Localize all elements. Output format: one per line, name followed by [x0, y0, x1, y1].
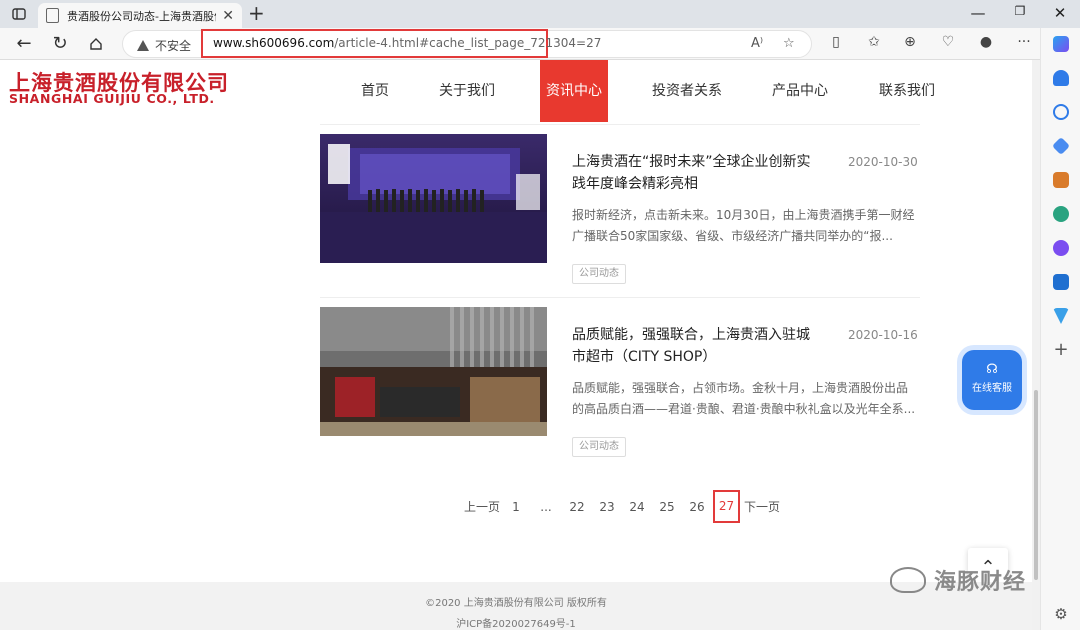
tools-icon[interactable]	[1053, 172, 1069, 188]
page-link[interactable]: 23	[596, 494, 618, 520]
nav-home[interactable]: 首页	[340, 60, 410, 122]
page-ellipsis: ...	[540, 500, 552, 514]
read-aloud-icon[interactable]: A⁾	[751, 36, 763, 51]
online-service-button[interactable]: ☊ 在线客服	[962, 350, 1022, 410]
icp-text[interactable]: 沪ICP备2020027649号-1	[0, 615, 1032, 630]
nav-news[interactable]: 资讯中心	[540, 60, 608, 122]
article-item[interactable]: 上海贵酒在“报时未来”全球企业创新实践年度峰会精彩亮相 2020-10-30 报…	[320, 125, 920, 297]
article-date: 2020-10-30	[848, 155, 918, 169]
article-item[interactable]: 品质赋能，强强联合，上海贵酒入驻城市超市（CITY SHOP） 2020-10-…	[320, 298, 920, 470]
nav-investors[interactable]: 投资者关系	[645, 60, 729, 122]
more-menu-icon[interactable]: ···	[1014, 34, 1034, 50]
page-link[interactable]: 1	[506, 494, 526, 520]
page-link[interactable]: 22	[566, 494, 588, 520]
url-path: /article-4.html#cache_list_page_721304=2…	[334, 36, 602, 50]
warning-icon	[137, 40, 149, 51]
reload-icon[interactable]: ↻	[48, 33, 72, 55]
current-page[interactable]: 27	[713, 490, 740, 523]
edge-sidebar: + ⚙	[1040, 28, 1080, 630]
close-tab-icon[interactable]: ✕	[222, 8, 234, 24]
favorites-icon[interactable]: ✩	[864, 34, 884, 50]
article-tag[interactable]: 公司动态	[572, 264, 626, 284]
restore-icon[interactable]: ❐	[1010, 4, 1030, 18]
nav-products[interactable]: 产品中心	[765, 60, 835, 122]
outlook-icon[interactable]	[1053, 274, 1069, 290]
home-icon[interactable]	[84, 33, 108, 55]
split-screen-icon[interactable]: ▯	[826, 34, 846, 50]
minimize-icon[interactable]: —	[968, 4, 988, 22]
url-text[interactable]: www.sh600696.com/article-4.html#cache_li…	[213, 36, 601, 50]
notification-bell-icon[interactable]	[1053, 70, 1069, 86]
article-date: 2020-10-16	[848, 328, 918, 342]
scrollbar-thumb[interactable]	[1034, 390, 1038, 580]
nav-about[interactable]: 关于我们	[430, 60, 504, 122]
article-thumbnail[interactable]	[320, 134, 547, 263]
page-link[interactable]: 25	[656, 494, 678, 520]
security-indicator[interactable]: 不安全	[137, 37, 191, 54]
next-page-link[interactable]: 下一页	[744, 494, 780, 520]
copyright-text: ©2020 上海贵酒股份有限公司 版权所有	[425, 598, 607, 609]
online-service-label: 在线客服	[972, 383, 1012, 394]
search-icon[interactable]	[1053, 104, 1069, 120]
profile-icon[interactable]: ●	[976, 34, 996, 50]
send-icon[interactable]	[1053, 308, 1069, 324]
shopping-tag-icon[interactable]	[1051, 136, 1071, 156]
article-summary: 报时新经济，点击新未来。10月30日，由上海贵酒携手第一财经广播联合50家国家级…	[572, 208, 915, 243]
headset-icon: ☊	[986, 362, 998, 377]
article-summary: 品质赋能，强强联合，占领市场。金秋十月，上海贵酒股份出品的高品质白酒——君道·贵…	[572, 381, 916, 416]
close-window-icon[interactable]: ✕	[1050, 4, 1070, 22]
page-link[interactable]: 24	[626, 494, 648, 520]
browser-essentials-icon[interactable]: ♡	[938, 34, 958, 50]
active-tab[interactable]: 贵酒股份公司动态-上海贵酒股份 ✕	[38, 3, 242, 28]
m365-icon[interactable]	[1053, 240, 1069, 256]
site-footer: ©2020 上海贵酒股份有限公司 版权所有 沪ICP备2020027649号-1	[0, 582, 1032, 630]
toolbar: ← ↻ 不安全 www.sh600696.com/article-4.html#…	[0, 28, 1040, 60]
people-icon[interactable]	[1053, 206, 1069, 222]
watermark-text: 海豚财经	[934, 570, 1027, 595]
nav-contact[interactable]: 联系我们	[870, 60, 944, 122]
page-link[interactable]: 26	[686, 494, 708, 520]
article-tag[interactable]: 公司动态	[572, 437, 626, 457]
insecure-label: 不安全	[155, 39, 192, 53]
collections-icon[interactable]: ⊕	[900, 34, 920, 50]
site-logo-en: SHANGHAI GUIJIU CO., LTD.	[9, 91, 215, 106]
settings-gear-icon[interactable]: ⚙	[1053, 606, 1069, 622]
url-highlight-box: www.sh600696.com/article-4.html#cache_li…	[201, 29, 601, 58]
web-page: 上海贵酒股份有限公司 SHANGHAI GUIJIU CO., LTD. 首页 …	[0, 60, 1032, 630]
copilot-icon[interactable]	[1053, 36, 1069, 52]
favorite-star-icon[interactable]: ☆	[783, 36, 795, 51]
article-title[interactable]: 上海贵酒在“报时未来”全球企业创新实践年度峰会精彩亮相	[572, 151, 822, 195]
add-sidebar-icon[interactable]: +	[1053, 341, 1069, 359]
watermark: 海豚财经	[890, 564, 1026, 596]
prev-page-link[interactable]: 上一页	[460, 494, 504, 520]
page-favicon-icon	[46, 8, 59, 23]
article-title[interactable]: 品质赋能，强强联合，上海贵酒入驻城市超市（CITY SHOP）	[572, 324, 822, 368]
new-tab-button[interactable]: +	[248, 3, 265, 23]
tab-actions-icon[interactable]	[8, 4, 30, 24]
tab-title: 贵酒股份公司动态-上海贵酒股份	[67, 9, 217, 23]
address-bar[interactable]: 不安全 www.sh600696.com/article-4.html#cach…	[122, 29, 812, 58]
article-thumbnail[interactable]	[320, 307, 547, 436]
tab-strip: 贵酒股份公司动态-上海贵酒股份 ✕ + — ❐ ✕	[0, 0, 1080, 28]
url-host: www.sh600696.com	[213, 36, 335, 50]
dolphin-logo-icon	[890, 567, 926, 593]
back-icon[interactable]: ←	[12, 33, 36, 55]
